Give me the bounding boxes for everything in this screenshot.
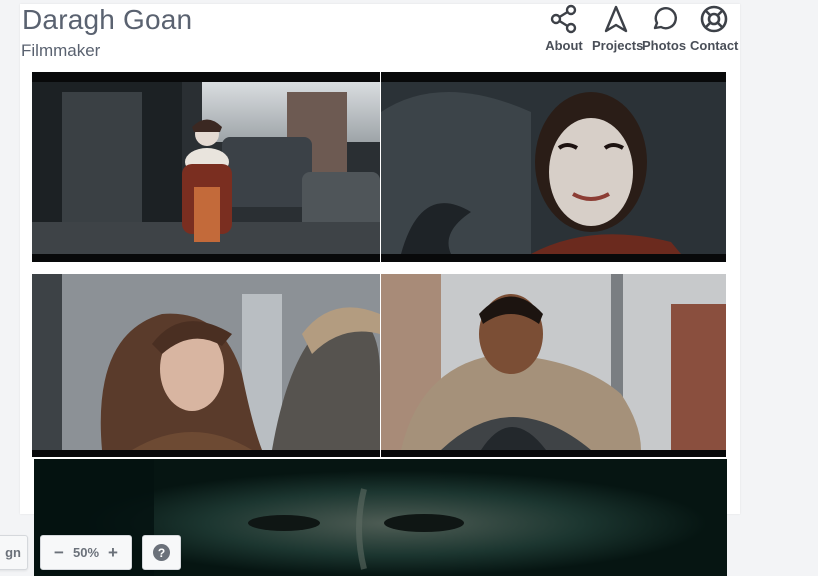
site-title[interactable]: Daragh Goan xyxy=(22,4,192,36)
navigation-arrow-icon xyxy=(604,5,628,33)
photo-tile[interactable] xyxy=(381,274,726,457)
nav-item-about[interactable]: About xyxy=(544,4,584,53)
photo-tile[interactable] xyxy=(32,72,380,262)
photo-tile[interactable] xyxy=(34,459,727,576)
zoom-out-button[interactable]: − xyxy=(54,543,64,563)
nav-label-photos: Photos xyxy=(642,38,687,53)
share-icon xyxy=(550,4,577,34)
partial-button-label: gn xyxy=(5,545,21,560)
partial-toolbar-button[interactable]: gn xyxy=(0,535,28,570)
nav-item-photos[interactable]: Photos xyxy=(642,4,686,53)
film-still-man-parka xyxy=(381,274,726,457)
nav-item-contact[interactable]: Contact xyxy=(690,4,738,53)
zoom-control: − 50% + xyxy=(40,535,132,570)
help-button[interactable]: ? xyxy=(142,535,181,570)
nav-label-projects: Projects xyxy=(592,38,644,53)
lifebuoy-icon xyxy=(700,5,728,33)
site-subtitle: Filmmaker xyxy=(21,41,101,60)
zoom-in-button[interactable]: + xyxy=(108,543,118,563)
zoom-level: 50% xyxy=(72,545,100,560)
film-still-street-clown xyxy=(32,72,380,262)
photo-tile[interactable] xyxy=(381,72,726,262)
nav-label-contact: Contact xyxy=(690,38,739,53)
speech-bubble-icon xyxy=(653,7,677,30)
film-still-close-eyes xyxy=(34,459,727,576)
help-icon: ? xyxy=(153,544,170,561)
nav-label-about: About xyxy=(545,38,583,53)
photo-tile[interactable] xyxy=(32,274,380,457)
film-still-woman xyxy=(32,274,380,457)
nav-item-projects[interactable]: Projects xyxy=(592,4,644,53)
film-still-clown-face xyxy=(381,72,726,262)
page-card: Daragh Goan Filmmaker About Projects Pho… xyxy=(20,4,740,514)
